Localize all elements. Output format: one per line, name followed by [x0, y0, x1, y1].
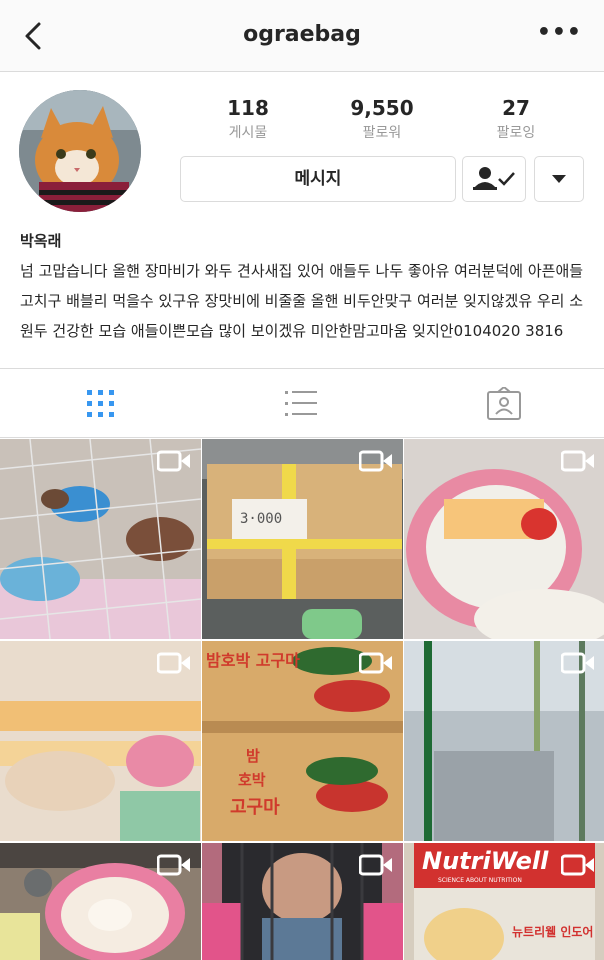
video-camera-icon [359, 854, 392, 876]
profile-section: 118 게시물 9,550 팔로워 27 팔로잉 메시지 박옥래 넘 고맙습니다… [0, 72, 604, 368]
product-name-text: 뉴트리웰 인도어 [512, 925, 594, 939]
following-count-label: 팔로잉 [496, 125, 536, 141]
tagged-photos-icon[interactable] [486, 385, 521, 421]
more-options-icon[interactable]: ••• [537, 20, 582, 45]
post-thumbnail[interactable]: NutriWell SCIENCE ABOUT NUTRITION 뉴트리웰 인… [404, 843, 604, 960]
box-print-bottom-2: 호박 [238, 771, 266, 789]
following-toggle-button[interactable] [462, 156, 526, 202]
avatar[interactable] [19, 90, 141, 212]
video-camera-icon [157, 652, 190, 674]
following-count[interactable]: 27 팔로잉 [456, 96, 576, 142]
list-view-icon[interactable] [284, 387, 318, 421]
posts-count-label: 게시물 [228, 125, 268, 141]
video-camera-icon [359, 652, 392, 674]
post-thumbnail[interactable] [0, 439, 201, 639]
box-print-bottom-3: 고구마 [230, 797, 280, 818]
video-camera-icon [561, 854, 594, 876]
box-label-text: 3·000 [240, 511, 283, 527]
dropdown-button[interactable] [534, 156, 584, 202]
brand-tagline: SCIENCE ABOUT NUTRITION [438, 877, 522, 884]
brand-logo-text: NutriWell [422, 847, 549, 875]
video-camera-icon [561, 450, 594, 472]
post-thumbnail[interactable]: 3·000 [202, 439, 403, 639]
top-bar: ograebag ••• [0, 0, 604, 72]
following-count-value: 27 [502, 96, 530, 120]
post-thumbnail[interactable] [0, 843, 201, 960]
person-check-icon [473, 167, 515, 190]
post-thumbnail[interactable] [404, 439, 604, 639]
video-camera-icon [157, 450, 190, 472]
video-camera-icon [157, 854, 190, 876]
posts-count-value: 118 [227, 96, 269, 120]
followers-count-value: 9,550 [350, 96, 414, 120]
post-thumbnail[interactable] [0, 641, 201, 841]
post-thumbnail[interactable] [404, 641, 604, 841]
post-thumbnail[interactable] [202, 843, 403, 960]
grid-view-icon[interactable] [84, 387, 118, 421]
message-button[interactable]: 메시지 [180, 156, 456, 202]
video-camera-icon [561, 652, 594, 674]
view-tabs [0, 368, 604, 438]
profile-name: 박옥래 [20, 232, 62, 250]
video-camera-icon [359, 450, 392, 472]
post-thumbnail[interactable]: 밤호박 고구마 밤 호박 고구마 [202, 641, 403, 841]
box-print-top: 밤호박 고구마 [206, 651, 300, 670]
username-title: ograebag [243, 22, 361, 47]
profile-bio: 넘 고맙습니다 올핸 장마비가 와두 견사새집 있어 애들두 나두 좋아유 여러… [20, 262, 584, 340]
followers-count-label: 팔로워 [362, 125, 402, 141]
box-print-bottom-1: 밤 [246, 747, 260, 765]
followers-count[interactable]: 9,550 팔로워 [322, 96, 442, 142]
posts-grid: 3·000 밤호박 고구마 밤 호박 고구마 NutriWell SCIENCE… [0, 439, 604, 960]
posts-count[interactable]: 118 게시물 [188, 96, 308, 142]
caret-down-icon [552, 175, 566, 183]
